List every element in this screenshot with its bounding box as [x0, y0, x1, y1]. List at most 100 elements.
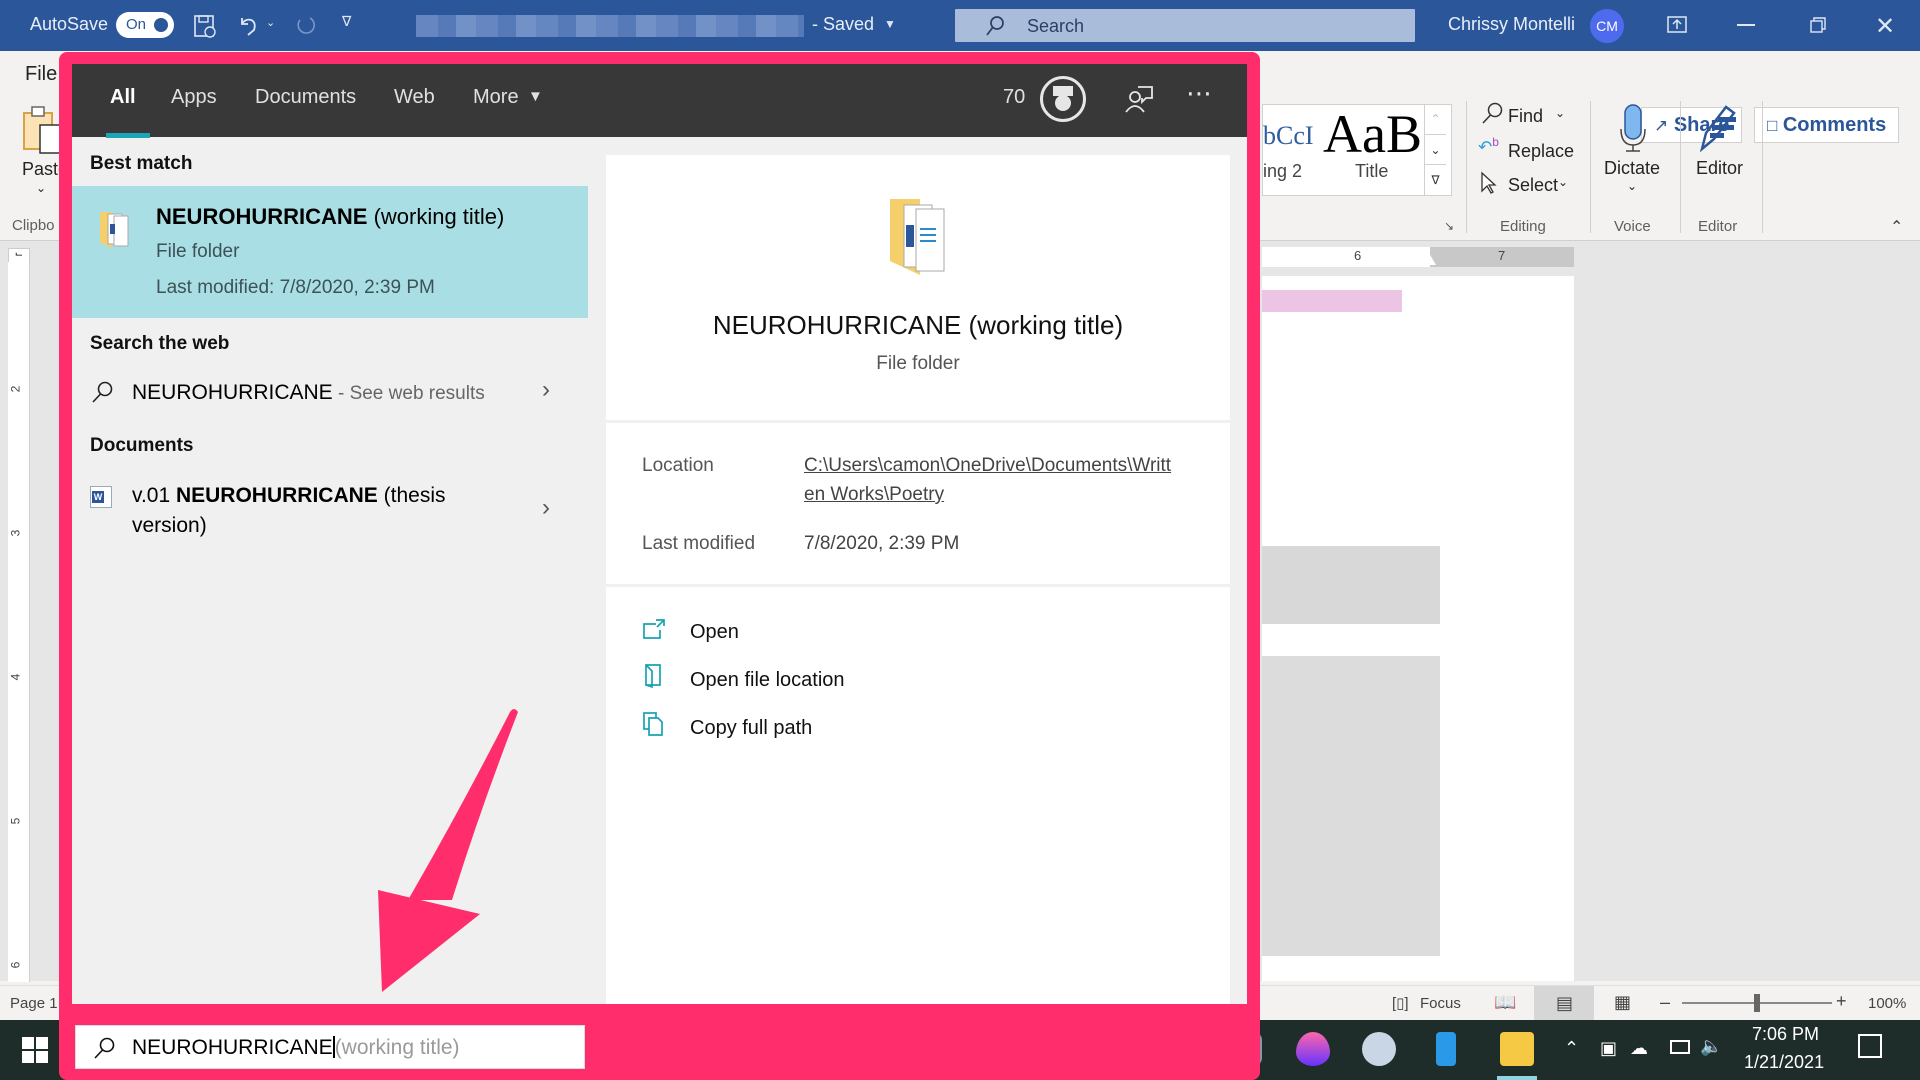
comment-icon: □	[1767, 116, 1778, 135]
save-icon[interactable]	[192, 13, 218, 44]
editor-pen-icon[interactable]	[1696, 103, 1742, 158]
open-icon	[642, 618, 665, 640]
phone-app-icon[interactable]	[1436, 1032, 1456, 1066]
styles-more[interactable]: ∇	[1425, 164, 1446, 194]
comments-button[interactable]: □ Comments	[1754, 107, 1900, 143]
ruler-tick-label: 3	[8, 529, 23, 537]
file-tab[interactable]: File	[25, 63, 57, 86]
replace-button[interactable]: Replace	[1508, 141, 1574, 162]
right-indent-marker[interactable]	[1422, 253, 1436, 265]
show-hidden-icons[interactable]: ⌃	[1564, 1038, 1579, 1059]
best-match-result[interactable]: NEUROHURRICANE (working title) File fold…	[72, 186, 588, 318]
styles-dialog-launcher-icon[interactable]: ↘	[1444, 219, 1454, 233]
action-open-file-location[interactable]: Open file location	[636, 663, 936, 697]
folder-icon	[98, 208, 132, 255]
focus-button[interactable]: Focus	[1420, 995, 1461, 1012]
collapse-ribbon-icon[interactable]: ⌃	[1890, 217, 1903, 237]
undo-icon[interactable]	[236, 12, 262, 43]
style-name-title[interactable]: Title	[1355, 161, 1388, 182]
location-link-line2[interactable]: en Works\Poetry	[804, 484, 944, 506]
ribbon-display-options-icon[interactable]	[1666, 14, 1688, 41]
volume-icon[interactable]: 🔈	[1700, 1036, 1722, 1057]
ribbon-search-box[interactable]: Search	[955, 9, 1415, 42]
save-status-dropdown-icon[interactable]: ▼	[884, 17, 896, 31]
minimize-icon[interactable]	[1737, 24, 1755, 26]
customize-toolbar-icon[interactable]: ∇	[342, 13, 351, 30]
styles-scroll-up[interactable]: ⌃	[1425, 104, 1446, 134]
taskbar-search-input[interactable]: NEUROHURRICANE(working title)	[75, 1025, 585, 1069]
paint-drop-icon[interactable]	[1296, 1032, 1330, 1066]
redacted-text	[1262, 290, 1402, 312]
tab-documents[interactable]: Documents	[255, 86, 356, 109]
microphone-icon[interactable]	[1618, 103, 1648, 158]
zoom-in-button[interactable]: +	[1836, 991, 1847, 1012]
share-icon: ↗	[1654, 116, 1669, 135]
tab-all[interactable]: All	[110, 86, 136, 109]
user-avatar[interactable]: CM	[1590, 9, 1624, 43]
dictate-button[interactable]: Dictate	[1604, 158, 1660, 179]
restore-icon[interactable]	[1808, 15, 1828, 40]
select-button[interactable]: Select	[1508, 175, 1558, 196]
rewards-medal-icon[interactable]	[1040, 76, 1086, 122]
close-icon[interactable]: ✕	[1875, 12, 1895, 41]
battery-icon[interactable]	[1670, 1040, 1690, 1054]
voice-group-label: Voice	[1614, 218, 1651, 235]
find-dropdown-icon[interactable]: ⌄	[1555, 106, 1565, 120]
documents-heading: Documents	[90, 435, 194, 456]
read-mode-icon[interactable]: 📖	[1494, 992, 1516, 1013]
redo-icon	[292, 12, 318, 43]
paste-icon[interactable]	[22, 105, 62, 160]
ribbon-separator	[1680, 101, 1681, 233]
style-preview-title[interactable]: AaB	[1323, 103, 1422, 165]
focus-icon: [▯]	[1392, 995, 1409, 1012]
clock-date[interactable]: 1/21/2021	[1744, 1052, 1824, 1073]
zoom-slider-thumb[interactable]	[1754, 994, 1760, 1012]
print-layout-button[interactable]: ▤	[1534, 986, 1594, 1020]
file-explorer-icon[interactable]	[1500, 1032, 1534, 1066]
web-search-result[interactable]: NEUROHURRICANE - See web results ›	[72, 368, 588, 418]
paste-dropdown-icon[interactable]: ⌄	[36, 181, 46, 195]
action-copy-full-path[interactable]: Copy full path	[636, 711, 936, 745]
select-dropdown-icon[interactable]: ⌄	[1558, 175, 1568, 189]
tab-apps[interactable]: Apps	[171, 86, 217, 109]
editor-button[interactable]: Editor	[1696, 158, 1743, 179]
autosave-toggle[interactable]: On	[116, 12, 174, 38]
page-indicator[interactable]: Page 1	[10, 995, 58, 1012]
active-tab-indicator	[106, 133, 150, 138]
tab-web[interactable]: Web	[394, 86, 435, 109]
windows-start-icon[interactable]	[22, 1037, 48, 1068]
paint-palette-icon[interactable]	[1362, 1032, 1396, 1066]
styles-scroll-down[interactable]: ⌄	[1425, 134, 1446, 164]
location-link-line1[interactable]: C:\Users\camon\OneDrive\Documents\Writt	[804, 455, 1171, 477]
zoom-slider[interactable]	[1682, 994, 1832, 1012]
style-preview-heading2[interactable]: bCcI	[1263, 121, 1314, 151]
web-query-text: NEUROHURRICANE	[132, 381, 333, 404]
zoom-level[interactable]: 100%	[1868, 995, 1906, 1012]
onedrive-cloud-icon[interactable]: ☁	[1630, 1038, 1648, 1059]
document-page[interactable]	[1262, 276, 1574, 981]
word-title-bar: AutoSave On ⌄ ∇ - Saved ▼ Search Chrissy…	[0, 0, 1920, 51]
undo-dropdown-icon[interactable]: ⌄	[266, 16, 275, 29]
toggle-knob	[154, 18, 168, 32]
document-result[interactable]: W v.01 NEUROHURRICANE (thesis version) ›	[72, 478, 588, 548]
find-button[interactable]: Find	[1508, 106, 1543, 127]
clock-time[interactable]: 7:06 PM	[1752, 1024, 1819, 1045]
chevron-right-icon[interactable]: ›	[542, 494, 550, 522]
web-query: NEUROHURRICANE - See web results	[132, 381, 485, 405]
style-name-heading2[interactable]: ing 2	[1263, 161, 1302, 182]
zoom-out-button[interactable]: –	[1660, 992, 1670, 1013]
preview-title: NEUROHURRICANE (working title)	[712, 310, 1124, 340]
last-modified-label: Last modified	[642, 533, 756, 554]
chevron-right-icon[interactable]: ›	[542, 376, 550, 404]
dictate-dropdown-icon[interactable]: ⌄	[1627, 179, 1637, 193]
feedback-icon[interactable]	[1124, 84, 1154, 119]
meet-now-icon[interactable]: ▣	[1600, 1038, 1617, 1059]
web-layout-icon[interactable]: ▦	[1614, 992, 1631, 1013]
action-center-icon[interactable]	[1858, 1034, 1882, 1058]
redacted-text	[1262, 546, 1440, 624]
comments-label: Comments	[1782, 114, 1887, 136]
action-open[interactable]: Open	[636, 615, 936, 649]
more-options-icon[interactable]: ⋯	[1186, 78, 1212, 109]
tab-more[interactable]: More	[473, 86, 519, 109]
more-dropdown-icon[interactable]: ▼	[528, 88, 543, 105]
